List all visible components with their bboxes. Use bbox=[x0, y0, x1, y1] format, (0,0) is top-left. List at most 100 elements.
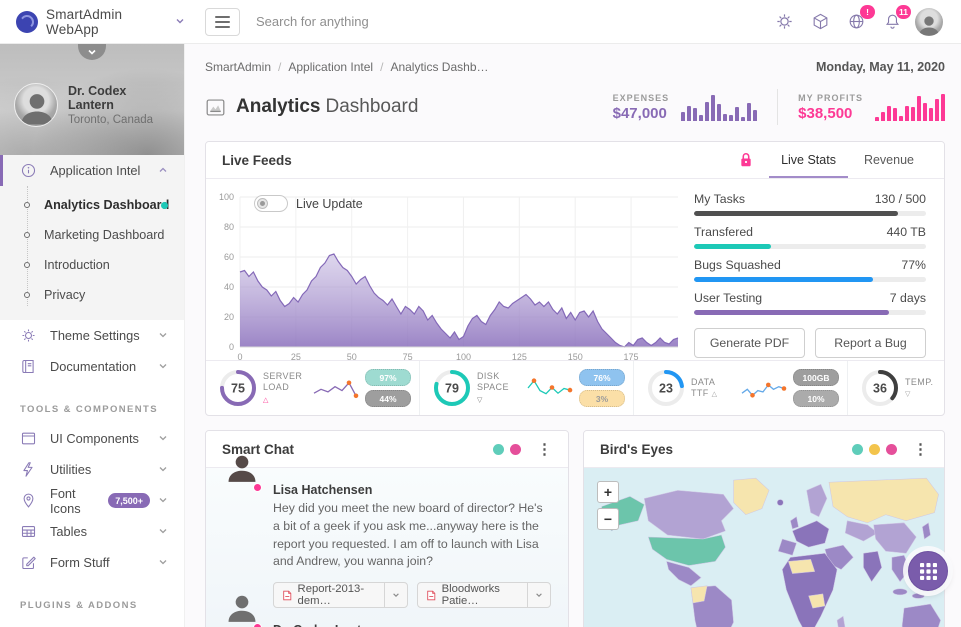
progress-track bbox=[694, 244, 926, 249]
attachment-chip[interactable]: Report-2013-dem… bbox=[273, 582, 408, 608]
svg-text:175: 175 bbox=[624, 352, 639, 362]
sidebar-item-label: Utilities bbox=[50, 462, 91, 477]
page-title-light: Dashboard bbox=[325, 96, 418, 118]
grid-icon bbox=[920, 563, 937, 580]
page-title: Analytics Dashboard bbox=[205, 96, 418, 118]
chevron-down-icon bbox=[175, 13, 185, 31]
chat-messages: Lisa Hatchensen Hey did you meet the new… bbox=[206, 468, 568, 627]
bullet-icon bbox=[24, 202, 30, 208]
world-map[interactable] bbox=[584, 468, 944, 627]
kpi-expenses: EXPENSES $47,000 bbox=[613, 93, 758, 122]
server-load-sparkline bbox=[310, 371, 360, 405]
world-map-container: + − bbox=[584, 468, 944, 627]
stat-label: Bugs Squashed bbox=[694, 258, 781, 272]
sidebar-subitem-label: Marketing Dashboard bbox=[44, 228, 164, 242]
live-stats-chart: 0204060801000255075100125150175 bbox=[214, 189, 686, 367]
birds-eyes-title: Bird's Eyes bbox=[600, 442, 673, 457]
live-stats-chart-area: Live Update 0204060801000255075100125150… bbox=[206, 179, 692, 360]
kebab-menu-icon[interactable]: ⋮ bbox=[537, 442, 552, 457]
current-date: Monday, May 11, 2020 bbox=[816, 60, 945, 74]
sidebar-item-privacy[interactable]: Privacy bbox=[0, 280, 184, 310]
attachment-chip[interactable]: Bloodworks Patie… bbox=[417, 582, 551, 608]
sidebar-item-documentation[interactable]: Documentation bbox=[0, 351, 184, 382]
message-sender: Dr. Codex Lantern bbox=[273, 623, 551, 627]
stat-value: 7 days bbox=[890, 291, 926, 305]
status-dot-teal[interactable] bbox=[493, 444, 504, 455]
profile-avatar[interactable] bbox=[14, 83, 58, 127]
mini-stat-badge: 10% bbox=[793, 390, 839, 407]
sidebar-profile: Dr. Codex Lantern Toronto, Canada bbox=[0, 44, 184, 155]
sidebar-item-analytics-dashboard[interactable]: Analytics Dashboard bbox=[0, 190, 184, 220]
stat-value: 130 / 500 bbox=[875, 192, 926, 206]
sidebar-item-tables[interactable]: Tables bbox=[0, 516, 184, 547]
live-update-toggle[interactable] bbox=[254, 195, 288, 212]
attachment-name: Report-2013-dem… bbox=[298, 583, 376, 607]
section-plugins-label: PLUGINS & ADDONS bbox=[20, 600, 184, 611]
svg-text:23: 23 bbox=[659, 382, 673, 396]
sidebar-item-font-icons[interactable]: Font Icons 7,500+ bbox=[0, 485, 184, 516]
bullet-icon bbox=[24, 262, 30, 268]
generate-pdf-button[interactable]: Generate PDF bbox=[694, 328, 805, 358]
status-dot-yellow[interactable] bbox=[869, 444, 880, 455]
notifications-bell-icon[interactable]: 11 bbox=[879, 9, 905, 35]
bullet-icon bbox=[24, 232, 30, 238]
pdf-file-icon bbox=[427, 589, 436, 602]
search-input[interactable] bbox=[256, 14, 576, 29]
status-dot-pink[interactable] bbox=[886, 444, 897, 455]
area-chart-icon bbox=[205, 97, 226, 118]
apps-cube-icon[interactable] bbox=[807, 9, 833, 35]
map-zoom-out-button[interactable]: − bbox=[597, 508, 619, 530]
brand[interactable]: SmartAdmin WebApp bbox=[0, 0, 185, 43]
online-status-dot bbox=[253, 483, 262, 492]
top-navbar: SmartAdmin WebApp ! 11 bbox=[0, 0, 961, 44]
map-zoom-in-button[interactable]: + bbox=[597, 481, 619, 503]
app-root: SmartAdmin WebApp ! 11 bbox=[0, 0, 961, 627]
sidebar-item-utilities[interactable]: Utilities bbox=[0, 454, 184, 485]
info-circle-icon bbox=[20, 162, 37, 179]
status-dot-teal[interactable] bbox=[852, 444, 863, 455]
menu-toggle-button[interactable] bbox=[205, 8, 240, 36]
sidebar: Dr. Codex Lantern Toronto, Canada Applic… bbox=[0, 44, 185, 627]
live-stats-list: My Tasks130 / 500 Transfered440 TB Bugs … bbox=[692, 179, 944, 360]
progress-fill bbox=[694, 277, 873, 282]
bullet-icon bbox=[24, 292, 30, 298]
breadcrumb-item[interactable]: SmartAdmin bbox=[205, 60, 271, 74]
report-bug-button[interactable]: Report a Bug bbox=[815, 328, 926, 358]
breadcrumb-item[interactable]: Analytics Dashb… bbox=[390, 60, 488, 74]
mini-stat-badge: 44% bbox=[365, 390, 411, 407]
sidebar-item-theme-settings[interactable]: Theme Settings bbox=[0, 320, 184, 351]
settings-gear-icon[interactable] bbox=[771, 9, 797, 35]
expenses-bar-sparkline bbox=[681, 94, 757, 121]
gear-icon bbox=[20, 327, 37, 344]
sidebar-item-label: Tables bbox=[50, 524, 87, 539]
sidebar-item-introduction[interactable]: Introduction bbox=[0, 250, 184, 280]
chevron-down-icon[interactable] bbox=[527, 583, 550, 607]
profile-collapse-chevron-icon[interactable] bbox=[78, 44, 106, 60]
sidebar-item-application-intel[interactable]: Application Intel bbox=[0, 155, 184, 186]
sidebar-subitem-label: Analytics Dashboard bbox=[44, 198, 169, 212]
status-dot-pink[interactable] bbox=[510, 444, 521, 455]
message-sender: Lisa Hatchensen bbox=[273, 483, 551, 497]
breadcrumb-item[interactable]: Application Intel bbox=[288, 60, 373, 74]
user-avatar[interactable] bbox=[915, 8, 943, 36]
tab-revenue[interactable]: Revenue bbox=[850, 142, 928, 178]
tab-live-stats[interactable]: Live Stats bbox=[767, 142, 850, 178]
chevron-down-icon bbox=[158, 555, 168, 570]
kpi-expenses-label: EXPENSES bbox=[613, 93, 670, 103]
chevron-down-icon[interactable] bbox=[384, 583, 407, 607]
sidebar-item-form-stuff[interactable]: Form Stuff bbox=[0, 547, 184, 578]
active-indicator-dot bbox=[161, 202, 168, 209]
stat-bugs-squashed: Bugs Squashed77% bbox=[694, 258, 926, 282]
app-shortcuts-grid-icon[interactable] bbox=[908, 551, 948, 591]
mini-stat-badge: 3% bbox=[579, 390, 625, 407]
kebab-menu-icon[interactable]: ⋮ bbox=[913, 442, 928, 457]
sidebar-item-label: Font Icons bbox=[50, 486, 108, 516]
app-logo-icon bbox=[16, 11, 38, 33]
sidebar-item-ui-components[interactable]: UI Components bbox=[0, 423, 184, 454]
breadcrumb: SmartAdmin/Application Intel/Analytics D… bbox=[205, 60, 489, 74]
chevron-up-icon bbox=[158, 163, 168, 178]
navbar-actions: ! 11 bbox=[771, 8, 961, 36]
progress-track bbox=[694, 310, 926, 315]
sidebar-item-marketing-dashboard[interactable]: Marketing Dashboard bbox=[0, 220, 184, 250]
globe-alerts-icon[interactable]: ! bbox=[843, 9, 869, 35]
